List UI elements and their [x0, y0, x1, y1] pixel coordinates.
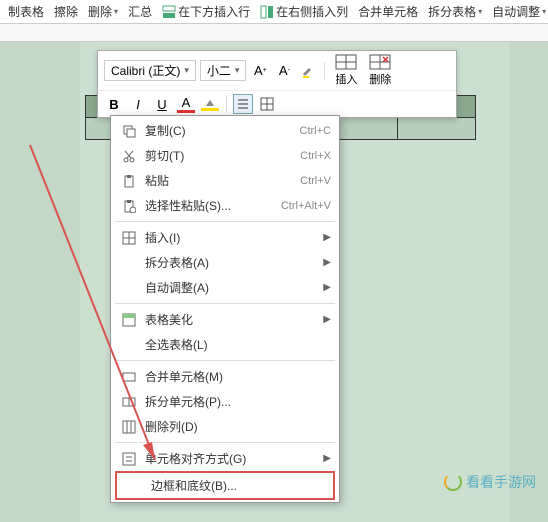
table-delete-icon	[369, 54, 391, 70]
tb-draw-table[interactable]: 制表格	[4, 3, 48, 20]
tb-insert-right[interactable]: 在右侧插入列	[256, 3, 352, 20]
cm-merge[interactable]: 合并单元格(M)	[111, 364, 339, 389]
cm-autofit[interactable]: 自动调整(A) ▶	[111, 275, 339, 300]
tb-insert-below[interactable]: 在下方插入行	[158, 3, 254, 20]
insert-icon	[119, 230, 139, 246]
delete-col-icon	[119, 419, 139, 435]
cm-beautify[interactable]: 表格美化 ▶	[111, 307, 339, 332]
chevron-right-icon: ▶	[323, 232, 331, 243]
font-grow-icon[interactable]: A+	[250, 61, 270, 81]
fill-color-button[interactable]	[200, 94, 220, 114]
top-toolbar: 制表格 擦除 删除▾ 汇总 在下方插入行 在右侧插入列 合并单元格 拆分表格▾ …	[0, 0, 548, 24]
chevron-right-icon: ▶	[323, 282, 331, 293]
cm-separator	[115, 442, 335, 443]
borders-button[interactable]	[257, 94, 277, 114]
insert-col-right-icon	[260, 5, 274, 19]
font-name-select[interactable]: Calibri (正文)▾	[104, 60, 196, 81]
highlight-icon[interactable]	[298, 61, 318, 81]
cm-separator	[115, 303, 335, 304]
cm-border-highlighted[interactable]: 边框和底纹(B)...	[115, 471, 335, 500]
cm-select-all[interactable]: 全选表格(L)	[111, 332, 339, 357]
chevron-right-icon: ▶	[323, 453, 331, 464]
cm-insert[interactable]: 插入(I) ▶	[111, 225, 339, 250]
tb-summary[interactable]: 汇总	[124, 3, 156, 20]
cm-split-cell[interactable]: 拆分单元格(P)...	[111, 389, 339, 414]
cm-separator	[115, 221, 335, 222]
cm-separator	[115, 360, 335, 361]
tb-split-table[interactable]: 拆分表格▾	[424, 3, 486, 20]
paste-icon	[119, 173, 139, 189]
merge-icon	[119, 369, 139, 385]
floating-format-toolbar: Calibri (正文)▾ 小二▾ A+ A- 插入 删除 B I U A	[97, 50, 457, 118]
underline-button[interactable]: U	[152, 94, 172, 114]
tb-autofit[interactable]: 自动调整▾	[488, 3, 548, 20]
tb-erase[interactable]: 擦除	[50, 3, 82, 20]
tb-merge[interactable]: 合并单元格	[354, 3, 422, 20]
tb-delete[interactable]: 删除▾	[84, 3, 122, 20]
cm-paste[interactable]: 粘贴 Ctrl+V	[111, 168, 339, 193]
align-button[interactable]	[233, 94, 253, 114]
italic-button[interactable]: I	[128, 94, 148, 114]
paste-special-icon	[119, 198, 139, 214]
font-color-button[interactable]: A	[176, 94, 196, 114]
align-icon	[119, 451, 139, 467]
beautify-icon	[119, 312, 139, 328]
context-menu: 复制(C) Ctrl+C 剪切(T) Ctrl+X 粘贴 Ctrl+V 选择性粘…	[110, 115, 340, 503]
copy-icon	[119, 123, 139, 139]
bold-button[interactable]: B	[104, 94, 124, 114]
font-size-select[interactable]: 小二▾	[200, 60, 247, 81]
cm-cut[interactable]: 剪切(T) Ctrl+X	[111, 143, 339, 168]
insert-row-below-icon	[162, 5, 176, 19]
cm-align[interactable]: 单元格对齐方式(G) ▶	[111, 446, 339, 471]
cm-copy[interactable]: 复制(C) Ctrl+C	[111, 118, 339, 143]
cm-split-table[interactable]: 拆分表格(A) ▶	[111, 250, 339, 275]
font-shrink-icon[interactable]: A-	[274, 61, 294, 81]
chevron-right-icon: ▶	[323, 314, 331, 325]
table-insert-icon	[335, 54, 357, 70]
watermark-logo-icon	[444, 473, 462, 491]
split-cell-icon	[119, 394, 139, 410]
horizontal-ruler	[0, 24, 548, 42]
insert-menu-button[interactable]: 插入	[331, 54, 361, 87]
chevron-right-icon: ▶	[323, 257, 331, 268]
delete-menu-button[interactable]: 删除	[365, 54, 395, 87]
cm-delete-col[interactable]: 删除列(D)	[111, 414, 339, 439]
cut-icon	[119, 148, 139, 164]
watermark: 看看手游网	[444, 472, 536, 492]
cm-paste-special[interactable]: 选择性粘贴(S)... Ctrl+Alt+V	[111, 193, 339, 218]
